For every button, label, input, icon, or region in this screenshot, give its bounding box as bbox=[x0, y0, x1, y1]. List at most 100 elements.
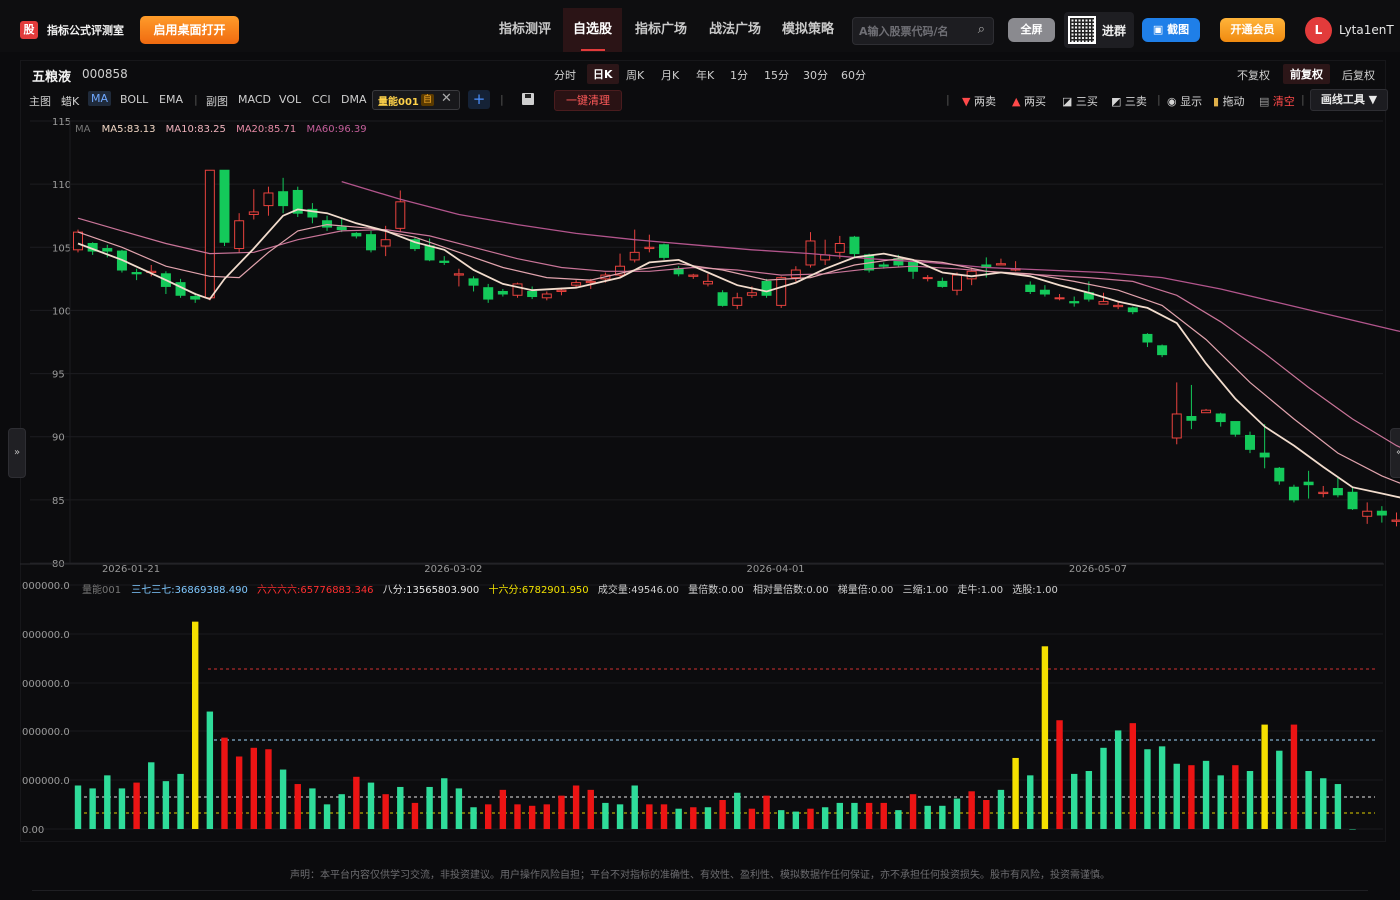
price-axis-tick: 90 bbox=[52, 433, 65, 444]
candle-up bbox=[952, 274, 962, 291]
sub-legend-item: 梯量倍:0.00 bbox=[837, 585, 894, 596]
candle-up bbox=[571, 282, 582, 286]
volume-bar bbox=[983, 800, 990, 829]
volume-bar bbox=[1232, 765, 1239, 829]
volume-bar bbox=[1056, 720, 1063, 829]
volume-bar bbox=[1202, 760, 1210, 829]
candle-up bbox=[688, 274, 699, 277]
ma10-legend: MA10:83.25 bbox=[165, 124, 226, 135]
volume-bar bbox=[528, 805, 536, 829]
volume-bar bbox=[74, 785, 82, 829]
volume-bar bbox=[616, 804, 624, 829]
volume-bar bbox=[836, 802, 843, 829]
candle-up bbox=[234, 220, 245, 250]
candle-down bbox=[849, 236, 860, 255]
volume-bar bbox=[1320, 778, 1327, 829]
candle-down bbox=[659, 244, 669, 258]
volume-bar bbox=[162, 781, 170, 829]
volume-bar bbox=[558, 795, 565, 829]
volume-axis-tick: 0.00 bbox=[22, 825, 44, 836]
volume-bar bbox=[734, 792, 741, 829]
candle-down bbox=[1230, 421, 1241, 435]
candle-up bbox=[395, 201, 406, 229]
volume-bar bbox=[221, 737, 228, 829]
candle-down bbox=[1332, 487, 1343, 496]
candle-up bbox=[776, 277, 787, 306]
sub-legend-item: 八分:13565803.900 bbox=[382, 585, 480, 596]
date-axis-tick: 2026-01-21 bbox=[102, 564, 160, 575]
volume-bar bbox=[865, 802, 873, 829]
volume-bar bbox=[118, 788, 126, 829]
volume-bar bbox=[646, 804, 653, 829]
candle-up bbox=[248, 211, 259, 215]
candle-down bbox=[131, 272, 142, 275]
volume-bar bbox=[690, 807, 697, 829]
volume-bar bbox=[206, 711, 214, 829]
volume-bar bbox=[968, 791, 975, 829]
volume-bar bbox=[1349, 829, 1356, 830]
volume-bar bbox=[514, 804, 521, 829]
candle-up bbox=[1098, 301, 1109, 305]
sub-legend-item: 三缩:1.00 bbox=[902, 585, 949, 596]
disclaimer: 声明：本平台内容仅供学习交流，非投资建议。用户操作风险自担；平台不对指标的准确性… bbox=[290, 870, 1110, 881]
volume-bar bbox=[1334, 784, 1342, 829]
volume-bar bbox=[177, 773, 184, 829]
volume-bar bbox=[1305, 771, 1312, 829]
candle-down bbox=[219, 169, 230, 243]
candle-down bbox=[1127, 307, 1138, 313]
volume-bar bbox=[939, 805, 946, 829]
volume-bar bbox=[851, 802, 858, 829]
volume-bar bbox=[148, 762, 155, 829]
candle-up bbox=[1318, 491, 1329, 495]
candle-down bbox=[761, 280, 772, 296]
candle-down bbox=[1288, 486, 1299, 501]
volume-bar bbox=[89, 788, 96, 829]
sub-legend: 量能001 三七三七:36869388.490 六六六六:65776883.34… bbox=[82, 581, 1058, 596]
candle-up bbox=[204, 169, 215, 299]
candle-up bbox=[644, 246, 655, 250]
volume-bar bbox=[1261, 724, 1268, 829]
volume-bar bbox=[470, 807, 477, 829]
volume-bar bbox=[382, 794, 389, 829]
volume-bar bbox=[572, 785, 580, 829]
candle-up bbox=[1113, 304, 1124, 308]
volume-bar bbox=[924, 805, 931, 829]
candle-down bbox=[878, 264, 889, 267]
date-axis-tick: 2026-03-02 bbox=[424, 564, 482, 575]
volume-bar bbox=[1114, 730, 1122, 829]
candle-down bbox=[1215, 413, 1226, 423]
candle-down bbox=[351, 232, 362, 237]
volume-bar bbox=[1246, 771, 1254, 829]
volume-bar bbox=[1085, 771, 1093, 829]
ma5-line bbox=[77, 208, 1400, 499]
ma20-line bbox=[77, 217, 1400, 448]
volume-axis-tick: 000000.0 bbox=[22, 776, 70, 787]
candle-down bbox=[1347, 491, 1358, 510]
volume-bar bbox=[235, 756, 243, 829]
candle-down bbox=[1069, 301, 1080, 304]
candle-up bbox=[541, 293, 552, 299]
candle-up bbox=[1171, 413, 1182, 439]
volume-axis-tick: 000000.0 bbox=[22, 679, 70, 690]
sub-legend-item: 相对量倍数:0.00 bbox=[752, 585, 829, 596]
sub-legend-item: 六六六六:65776883.346 bbox=[257, 585, 374, 596]
volume-bar bbox=[1217, 775, 1224, 829]
volume-bar bbox=[323, 804, 331, 829]
candle-up bbox=[702, 280, 713, 285]
volume-bar bbox=[1027, 775, 1034, 829]
sub-legend-item: 走牛:1.00 bbox=[957, 585, 1004, 596]
candle-up bbox=[834, 242, 845, 253]
candle-down bbox=[1259, 452, 1270, 458]
volume-axis-tick: 000000.0 bbox=[22, 630, 70, 641]
volume-bar bbox=[426, 786, 433, 829]
volume-bar bbox=[1041, 646, 1049, 829]
candle-down bbox=[497, 290, 508, 295]
candle-down bbox=[527, 290, 538, 298]
volume-bar bbox=[880, 802, 887, 829]
candle-up bbox=[585, 280, 596, 284]
candle-down bbox=[278, 191, 289, 207]
volume-axis-tick: 000000.0 bbox=[22, 581, 70, 592]
price-axis-tick: 115 bbox=[52, 117, 71, 128]
candle-down bbox=[424, 245, 435, 261]
date-axis-tick: 2026-04-01 bbox=[747, 564, 805, 575]
